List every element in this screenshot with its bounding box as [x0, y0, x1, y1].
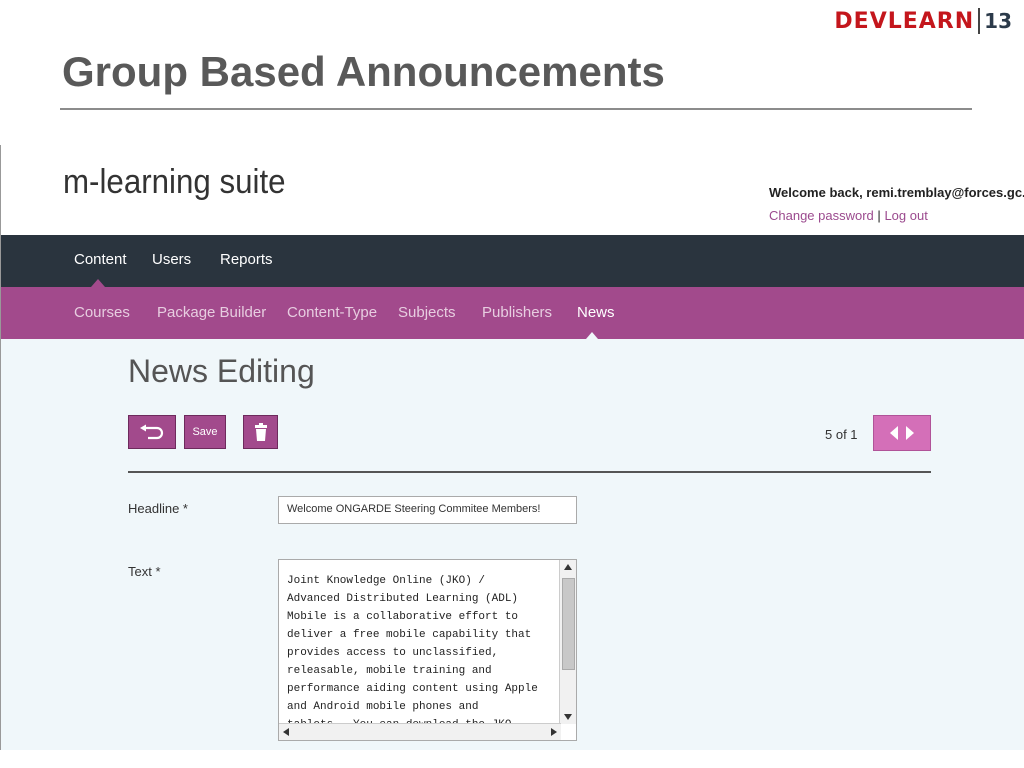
- scroll-up-icon[interactable]: [564, 564, 572, 570]
- undo-icon: [140, 424, 164, 440]
- scroll-thumb[interactable]: [562, 578, 575, 670]
- save-button[interactable]: Save: [184, 415, 226, 449]
- scroll-right-icon[interactable]: [551, 728, 557, 736]
- slide-title: Group Based Announcements: [62, 48, 665, 95]
- pager-control: [873, 415, 931, 451]
- page-title: News Editing: [128, 353, 315, 389]
- title-divider: [60, 108, 972, 110]
- chevron-right-icon[interactable]: [906, 426, 914, 440]
- link-separator: |: [877, 208, 881, 223]
- subnav-item-subjects[interactable]: Subjects: [398, 304, 456, 321]
- logout-link[interactable]: Log out: [884, 208, 927, 223]
- pager-status: 5 of 1: [825, 427, 858, 442]
- devlearn-logo-icon: DEVLEARN 13: [834, 8, 1012, 34]
- chevron-left-icon[interactable]: [890, 426, 898, 440]
- subnav-item-package-builder[interactable]: Package Builder: [157, 304, 266, 321]
- back-button[interactable]: [128, 415, 176, 449]
- active-subnav-indicator: [586, 332, 598, 339]
- content-divider: [128, 471, 931, 473]
- text-area[interactable]: Joint Knowledge Online (JKO) / Advanced …: [278, 559, 577, 741]
- nav-item-users[interactable]: Users: [152, 251, 191, 268]
- headline-input[interactable]: Welcome ONGARDE Steering Commitee Member…: [278, 496, 577, 524]
- active-nav-indicator: [91, 279, 105, 287]
- account-links: Change password | Log out: [769, 208, 928, 223]
- text-area-content[interactable]: Joint Knowledge Online (JKO) / Advanced …: [287, 572, 557, 724]
- logo-word: DEVLEARN: [834, 8, 975, 34]
- subnav-item-news[interactable]: News: [577, 304, 615, 321]
- primary-nav: Content Users Reports: [1, 235, 1024, 287]
- nav-item-reports[interactable]: Reports: [220, 251, 273, 268]
- subnav-item-content-type[interactable]: Content-Type: [287, 304, 377, 321]
- vertical-scrollbar[interactable]: [559, 560, 576, 724]
- app-window: m-learning suite Welcome back, remi.trem…: [0, 145, 1024, 750]
- change-password-link[interactable]: Change password: [769, 208, 874, 223]
- secondary-nav: Courses Package Builder Content-Type Sub…: [1, 287, 1024, 339]
- headline-label: Headline *: [128, 501, 188, 516]
- trash-icon: [254, 423, 267, 441]
- text-label: Text *: [128, 564, 161, 579]
- nav-item-content[interactable]: Content: [74, 251, 127, 268]
- logo-separator: [978, 8, 981, 34]
- logo-number: 13: [984, 9, 1012, 33]
- horizontal-scrollbar[interactable]: [279, 723, 561, 740]
- scroll-left-icon[interactable]: [283, 728, 289, 736]
- app-brand: m-learning suite: [63, 163, 286, 201]
- scroll-down-icon[interactable]: [564, 714, 572, 720]
- main-content: News Editing Save 5 of 1 Headline * Welc…: [1, 339, 1024, 750]
- welcome-message: Welcome back, remi.tremblay@forces.gc.ca: [769, 185, 1024, 200]
- subnav-item-courses[interactable]: Courses: [74, 304, 130, 321]
- subnav-item-publishers[interactable]: Publishers: [482, 304, 552, 321]
- delete-button[interactable]: [243, 415, 278, 449]
